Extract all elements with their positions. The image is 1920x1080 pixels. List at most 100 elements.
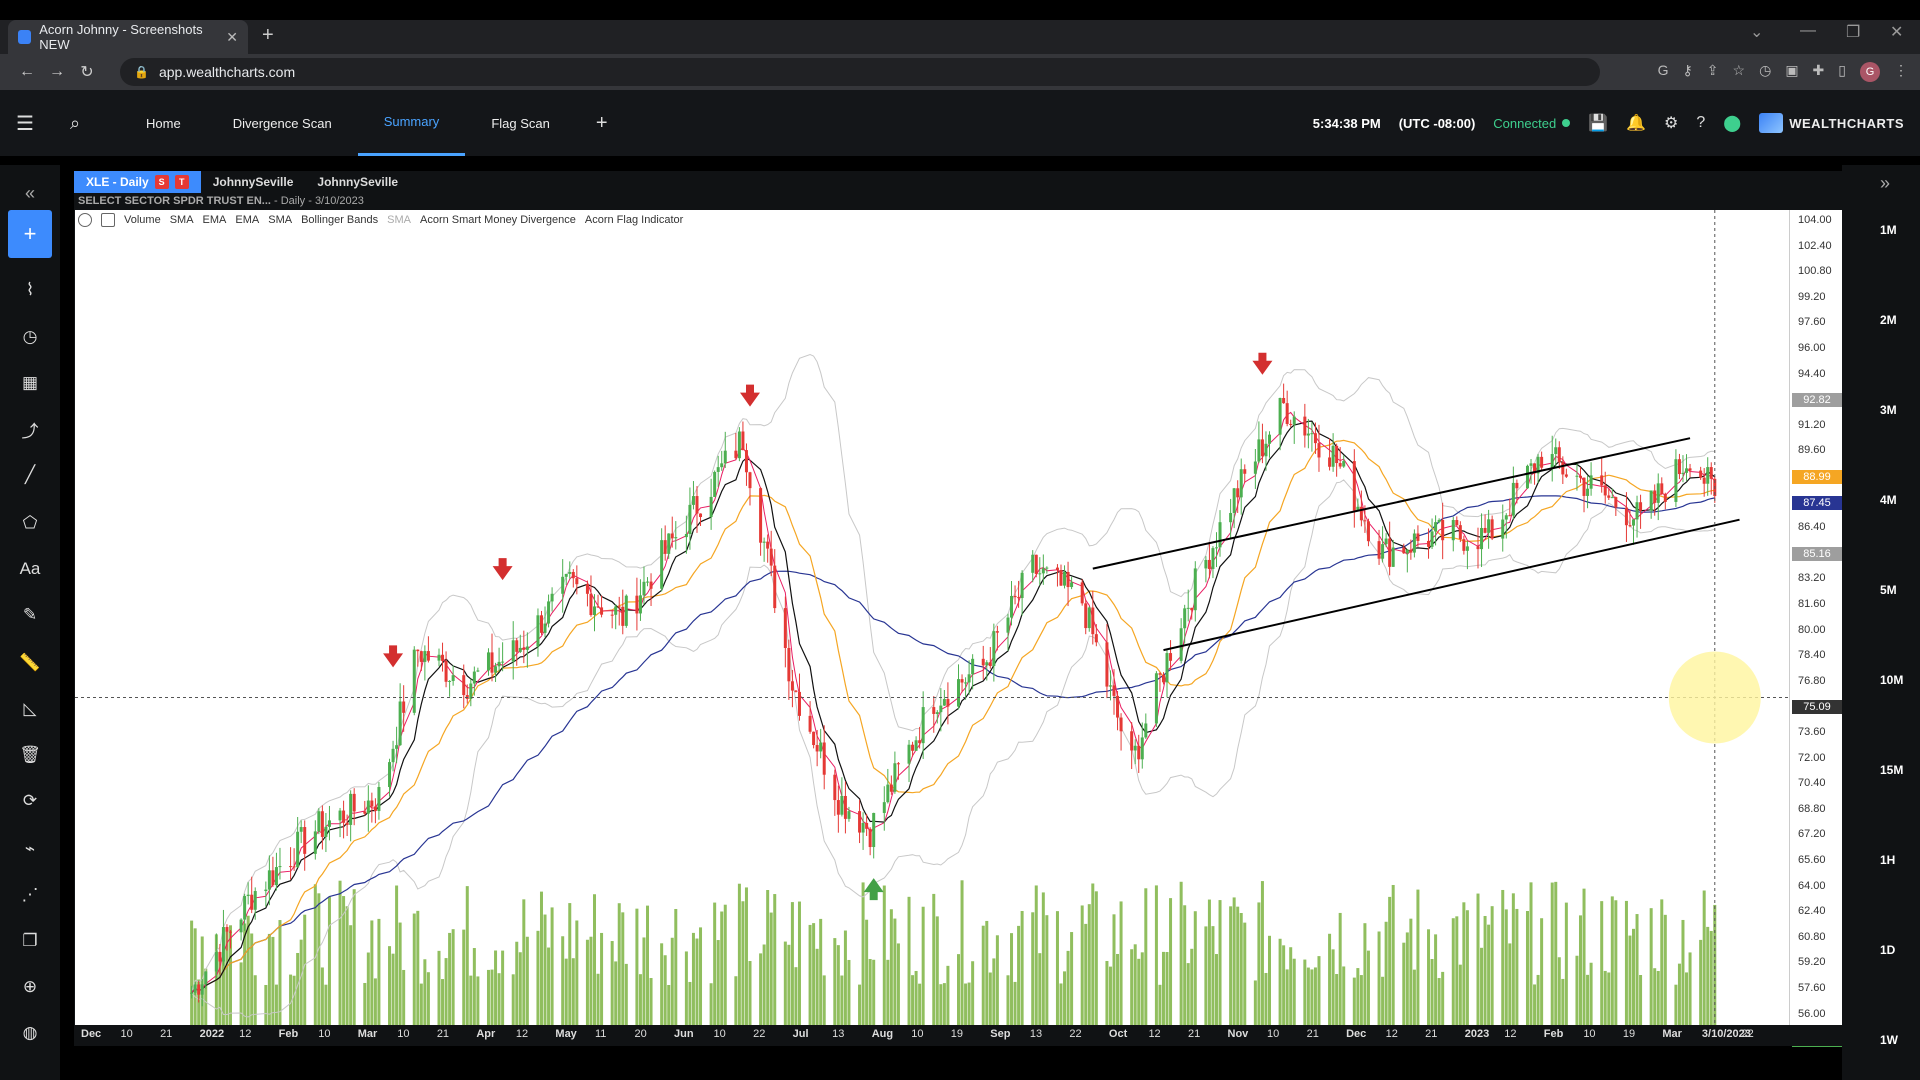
volume-bar <box>1455 916 1459 1025</box>
browser-tab[interactable]: Acorn Johnny - Screenshots NEW ✕ <box>8 20 248 54</box>
pencil-icon[interactable]: ✎ <box>8 595 52 635</box>
new-tab-button[interactable]: + <box>262 24 274 47</box>
nav-flag-scan[interactable]: Flag Scan <box>465 90 576 156</box>
save-icon[interactable]: 💾 <box>1588 113 1608 133</box>
ind-volume[interactable]: Volume <box>124 214 161 226</box>
chart-tab-johnny-1[interactable]: JohnnySeville <box>201 171 306 193</box>
candle-body <box>840 795 844 815</box>
volume-scale-label[interactable]: 1H <box>1880 853 1895 867</box>
ind-flag[interactable]: Acorn Flag Indicator <box>585 214 683 226</box>
search-icon[interactable]: ⌕ <box>50 113 100 134</box>
volume-scale-label[interactable]: 1M <box>1880 223 1897 237</box>
volume-scale-label[interactable]: 10M <box>1880 673 1903 687</box>
url-bar[interactable]: 🔒 app.wealthcharts.com <box>120 58 1600 86</box>
minimize-icon[interactable]: — <box>1800 22 1816 40</box>
ind-ema-2[interactable]: EMA <box>235 214 259 226</box>
volume-scale-label[interactable]: 4M <box>1880 493 1897 507</box>
add-drawing-button[interactable]: + <box>8 210 52 258</box>
volume-scale-label[interactable]: 1W <box>1880 1033 1898 1047</box>
back-icon[interactable]: ← <box>12 63 42 81</box>
volume-scale-label[interactable]: 3M <box>1880 403 1897 417</box>
nav-summary[interactable]: Summary <box>357 90 466 156</box>
text-tool-icon[interactable]: Aa <box>8 549 52 589</box>
node-icon[interactable]: ⋰ <box>8 875 52 915</box>
ind-sma-3[interactable]: SMA <box>387 214 411 226</box>
collapse-legend-icon[interactable] <box>101 213 115 227</box>
measure-icon[interactable]: ◺ <box>8 689 52 729</box>
candle-body <box>1303 416 1307 436</box>
badge-t[interactable]: T <box>174 175 189 189</box>
close-window-icon[interactable]: ✕ <box>1890 22 1903 42</box>
candle-body <box>1179 628 1183 661</box>
time-axis[interactable]: Dec 10 21 2022 12 Feb 10 Mar 10 21 Apr 12 May 11 20 Jun… <box>75 1025 1842 1046</box>
candle-body <box>1649 490 1653 511</box>
history-icon[interactable]: ◷ <box>8 317 52 357</box>
help-icon[interactable]: ? <box>1696 114 1705 132</box>
timezone[interactable]: (UTC -08:00) <box>1399 116 1476 131</box>
shapes-icon[interactable]: ⬠ <box>8 503 52 543</box>
add-indicator-icon[interactable] <box>78 213 92 227</box>
candle-body <box>723 450 727 464</box>
ruler-icon[interactable]: 📏 <box>8 643 52 683</box>
layers-icon[interactable]: ❐ <box>8 921 52 961</box>
chart-tab-xle[interactable]: XLE - Daily S T <box>74 171 201 193</box>
candle-body <box>1699 470 1703 478</box>
ind-sma-1[interactable]: SMA <box>170 214 194 226</box>
google-icon[interactable]: G <box>1658 62 1669 82</box>
chart-tab-johnny-2[interactable]: JohnnySeville <box>305 171 410 193</box>
extension-badge-icon[interactable]: ▣ <box>1785 62 1798 82</box>
price-chart-svg[interactable] <box>75 210 1789 1025</box>
volume-bar <box>1108 966 1112 1025</box>
ind-ema-1[interactable]: EMA <box>203 214 227 226</box>
candle-body <box>1091 607 1095 635</box>
ind-bollinger[interactable]: Bollinger Bands <box>301 214 378 226</box>
volume-scale-label[interactable]: 5M <box>1880 583 1897 597</box>
reload-icon[interactable]: ↻ <box>72 62 102 82</box>
indicator-icon[interactable]: ⌁ <box>8 829 52 869</box>
close-tab-icon[interactable]: ✕ <box>226 29 238 46</box>
refresh-icon[interactable]: ⟳ <box>8 781 52 821</box>
tab-search-icon[interactable]: ⌄ <box>1750 22 1763 42</box>
clock-icon[interactable]: ◷ <box>1759 62 1771 82</box>
trend-icon[interactable]: ⤴ <box>8 409 52 449</box>
menu-icon[interactable]: ☰ <box>0 111 50 136</box>
share-icon[interactable]: ⇪ <box>1707 62 1719 82</box>
volume-bar <box>1377 931 1381 1025</box>
price-axis[interactable]: 104.00 102.40 100.80 99.20 97.60 96.00 94.40 92… <box>1789 210 1842 1048</box>
chart-type-icon[interactable]: ⌇ <box>8 270 52 310</box>
bell-icon[interactable]: 🔔 <box>1626 113 1646 133</box>
collapse-left-icon[interactable]: « <box>8 173 52 213</box>
nav-home[interactable]: Home <box>120 90 207 156</box>
restore-icon[interactable]: ❐ <box>1846 22 1860 42</box>
forward-icon[interactable]: → <box>42 63 72 81</box>
volume-bar <box>1614 900 1618 1025</box>
candle-body <box>716 467 720 472</box>
star-icon[interactable]: ☆ <box>1733 62 1746 82</box>
puzzle-icon[interactable]: ✚ <box>1813 62 1825 82</box>
crosshair-icon[interactable]: ⊕ <box>8 967 52 1007</box>
sidepanel-icon[interactable]: ▯ <box>1838 62 1846 82</box>
badge-s[interactable]: S <box>154 175 169 189</box>
collapse-right-icon[interactable]: » <box>1880 173 1890 194</box>
menu-dots-icon[interactable]: ⋮ <box>1894 62 1908 82</box>
ind-smart-money[interactable]: Acorn Smart Money Divergence <box>420 214 576 226</box>
chart-plot[interactable] <box>75 210 1789 1025</box>
volume-bar <box>911 975 915 1025</box>
key-icon[interactable]: ⚷ <box>1683 62 1693 82</box>
volume-scale-label[interactable]: 2M <box>1880 313 1897 327</box>
ind-sma-2[interactable]: SMA <box>268 214 292 226</box>
candle-body <box>370 800 374 807</box>
volume-scale-label[interactable]: 1D <box>1880 943 1895 957</box>
add-tab-button[interactable]: + <box>576 112 628 135</box>
globe-icon[interactable]: ◍ <box>8 1013 52 1053</box>
calendar-icon[interactable]: ▦ <box>8 363 52 403</box>
gear-icon[interactable]: ⚙ <box>1664 113 1678 133</box>
location-icon[interactable]: ⬤ <box>1723 113 1741 133</box>
volume-scale-label[interactable]: 15M <box>1880 763 1903 777</box>
line-tool-icon[interactable]: ╱ <box>8 455 52 495</box>
nav-divergence-scan[interactable]: Divergence Scan <box>207 90 358 156</box>
candle-body <box>419 651 423 662</box>
profile-avatar[interactable]: G <box>1860 62 1880 82</box>
trash-icon[interactable]: 🗑 <box>8 735 52 775</box>
candle-body <box>1589 475 1593 489</box>
